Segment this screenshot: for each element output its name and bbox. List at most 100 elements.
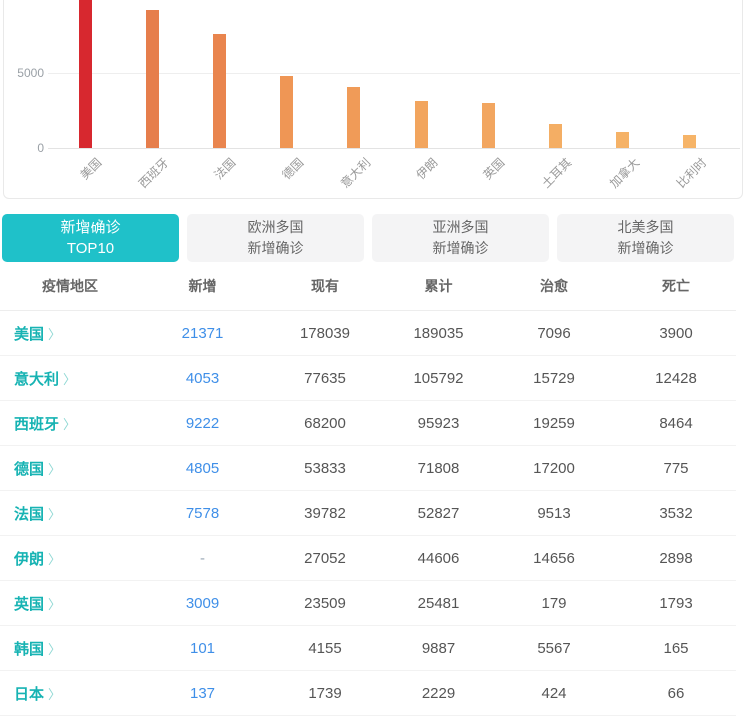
- table-row[interactable]: 德国〉 4805 53833 71808 17200 775: [0, 446, 736, 491]
- table-row[interactable]: 西班牙〉 9222 68200 95923 19259 8464: [0, 401, 736, 446]
- region-link[interactable]: 法国〉: [0, 503, 140, 524]
- cured-value: 5567: [492, 640, 616, 657]
- region-link[interactable]: 韩国〉: [0, 638, 140, 659]
- table-row[interactable]: 英国〉 3009 23509 25481 179 1793: [0, 581, 736, 626]
- tab-new-top10[interactable]: 新增确诊 TOP10: [2, 214, 179, 262]
- chevron-right-icon: 〉: [48, 327, 61, 342]
- bar-加拿大: [616, 132, 629, 148]
- current-cases-value: 39782: [265, 505, 385, 522]
- bar-比利时: [683, 135, 696, 148]
- region-link[interactable]: 伊朗〉: [0, 548, 140, 569]
- total-cases-value: 2229: [385, 685, 492, 702]
- table-row[interactable]: 日本〉 137 1739 2229 424 66: [0, 671, 736, 716]
- current-cases-value: 4155: [265, 640, 385, 657]
- bar-chart-plot: [0, 0, 749, 148]
- total-cases-value: 52827: [385, 505, 492, 522]
- chevron-right-icon: 〉: [48, 552, 61, 567]
- new-cases-value[interactable]: 21371: [140, 325, 265, 342]
- region-link[interactable]: 意大利〉: [0, 368, 140, 389]
- bar-美国: [79, 0, 92, 148]
- table-row[interactable]: 韩国〉 101 4155 9887 5567 165: [0, 626, 736, 671]
- bar-伊朗: [415, 101, 428, 148]
- tab-label: 新增确诊: [557, 238, 734, 259]
- tab-label: 亚洲多国: [372, 217, 549, 238]
- new-cases-value[interactable]: 137: [140, 685, 265, 702]
- deaths-value: 165: [616, 640, 736, 657]
- bar-意大利: [347, 87, 360, 148]
- x-axis-line: [48, 148, 740, 149]
- current-cases-value: 1739: [265, 685, 385, 702]
- deaths-value: 2898: [616, 550, 736, 567]
- region-link[interactable]: 日本〉: [0, 683, 140, 704]
- tab-label: 欧洲多国: [187, 217, 364, 238]
- table-row[interactable]: 意大利〉 4053 77635 105792 15729 12428: [0, 356, 736, 401]
- cured-value: 14656: [492, 550, 616, 567]
- cured-value: 9513: [492, 505, 616, 522]
- bar-西班牙: [146, 10, 159, 148]
- chevron-right-icon: 〉: [63, 372, 76, 387]
- chevron-right-icon: 〉: [48, 462, 61, 477]
- y-axis-tick-label: 5000: [4, 66, 44, 80]
- deaths-value: 8464: [616, 415, 736, 432]
- cured-value: 19259: [492, 415, 616, 432]
- tab-north-america-new[interactable]: 北美多国 新增确诊: [557, 214, 734, 262]
- deaths-value: 66: [616, 685, 736, 702]
- region-link[interactable]: 美国〉: [0, 323, 140, 344]
- chevron-right-icon: 〉: [48, 687, 61, 702]
- col-header-total: 累计: [385, 276, 492, 296]
- region-link[interactable]: 西班牙〉: [0, 413, 140, 434]
- new-cases-bar-chart: 美国西班牙法国德国意大利伊朗英国土耳其加拿大比利时 05000: [0, 0, 749, 207]
- total-cases-value: 44606: [385, 550, 492, 567]
- new-cases-value: -: [140, 550, 265, 567]
- current-cases-value: 178039: [265, 325, 385, 342]
- bar-土耳其: [549, 124, 562, 148]
- deaths-value: 3532: [616, 505, 736, 522]
- tab-europe-new[interactable]: 欧洲多国 新增确诊: [187, 214, 364, 262]
- col-header-deaths: 死亡: [616, 276, 736, 296]
- cured-value: 424: [492, 685, 616, 702]
- current-cases-value: 23509: [265, 595, 385, 612]
- total-cases-value: 189035: [385, 325, 492, 342]
- tab-asia-new[interactable]: 亚洲多国 新增确诊: [372, 214, 549, 262]
- tab-bar: 新增确诊 TOP10 欧洲多国 新增确诊 亚洲多国 新增确诊 北美多国 新增确诊: [0, 207, 749, 262]
- table-row[interactable]: 法国〉 7578 39782 52827 9513 3532: [0, 491, 736, 536]
- col-header-cured: 治愈: [492, 276, 616, 296]
- table-header-row: 疫情地区 新增 现有 累计 治愈 死亡: [0, 262, 736, 311]
- new-cases-value[interactable]: 4805: [140, 460, 265, 477]
- new-cases-value[interactable]: 3009: [140, 595, 265, 612]
- table-row[interactable]: 美国〉 21371 178039 189035 7096 3900: [0, 311, 736, 356]
- chevron-right-icon: 〉: [63, 417, 76, 432]
- chevron-right-icon: 〉: [48, 507, 61, 522]
- deaths-value: 775: [616, 460, 736, 477]
- table-body: 美国〉 21371 178039 189035 7096 3900 意大利〉 4…: [0, 311, 736, 716]
- active-tab-pointer-icon: [84, 214, 100, 222]
- deaths-value: 1793: [616, 595, 736, 612]
- total-cases-value: 71808: [385, 460, 492, 477]
- new-cases-value[interactable]: 4053: [140, 370, 265, 387]
- region-link[interactable]: 德国〉: [0, 458, 140, 479]
- y-axis-tick-label: 0: [4, 141, 44, 155]
- new-cases-value[interactable]: 9222: [140, 415, 265, 432]
- deaths-value: 3900: [616, 325, 736, 342]
- col-header-new: 新增: [140, 276, 265, 296]
- bar-英国: [482, 103, 495, 148]
- current-cases-value: 68200: [265, 415, 385, 432]
- chevron-right-icon: 〉: [48, 642, 61, 657]
- total-cases-value: 25481: [385, 595, 492, 612]
- col-header-region: 疫情地区: [0, 276, 140, 296]
- tab-label: 新增确诊: [187, 238, 364, 259]
- new-cases-value[interactable]: 7578: [140, 505, 265, 522]
- cured-value: 179: [492, 595, 616, 612]
- bar-德国: [280, 76, 293, 148]
- tab-label: 新增确诊: [372, 238, 549, 259]
- new-cases-value[interactable]: 101: [140, 640, 265, 657]
- total-cases-value: 95923: [385, 415, 492, 432]
- chevron-right-icon: 〉: [48, 597, 61, 612]
- region-link[interactable]: 英国〉: [0, 593, 140, 614]
- bar-法国: [213, 34, 226, 148]
- total-cases-value: 9887: [385, 640, 492, 657]
- tab-label: TOP10: [2, 238, 179, 259]
- col-header-current: 现有: [265, 276, 385, 296]
- table-row[interactable]: 伊朗〉 - 27052 44606 14656 2898: [0, 536, 736, 581]
- current-cases-value: 77635: [265, 370, 385, 387]
